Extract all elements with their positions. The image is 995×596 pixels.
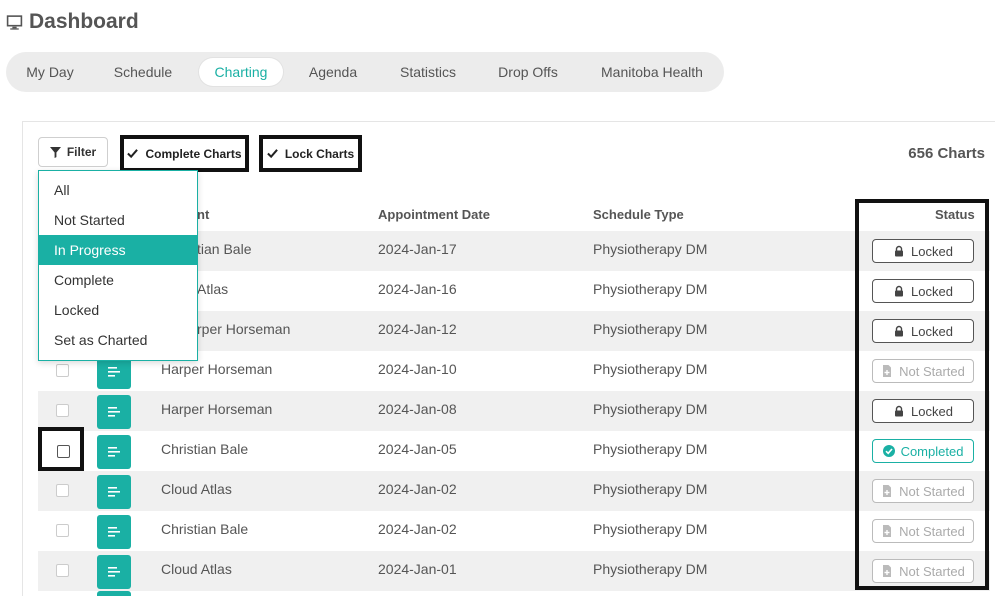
open-chart-button[interactable] (97, 475, 131, 509)
filter-option-all[interactable]: All (39, 175, 197, 205)
filter-option-locked[interactable]: Locked (39, 295, 197, 325)
appointment-date: 2024-Jan-17 (378, 241, 457, 257)
column-header-patient[interactable]: nt (197, 207, 209, 222)
check-icon (127, 149, 139, 159)
schedule-type: Physiotherapy DM (593, 361, 708, 377)
filter-icon (49, 146, 61, 158)
filter-button[interactable]: Filter (38, 137, 108, 167)
patient-name[interactable]: Cloud Atlas (161, 481, 232, 497)
schedule-type: Physiotherapy DM (593, 481, 708, 497)
patient-name[interactable]: rper Horseman (197, 321, 290, 337)
filter-option-in-progress[interactable]: In Progress (39, 235, 197, 265)
open-chart-button[interactable] (97, 591, 131, 596)
filter-option-set-as-charted[interactable]: Set as Charted (39, 325, 197, 355)
row-checkbox[interactable] (56, 404, 69, 417)
appointment-date: 2024-Jan-12 (378, 321, 457, 337)
lock-charts-label: Lock Charts (284, 146, 355, 161)
patient-name[interactable]: Cloud Atlas (161, 561, 232, 577)
appointment-date: 2024-Jan-05 (378, 441, 457, 457)
filter-button-label: Filter (66, 145, 97, 159)
appointment-date: 2024-Jan-08 (378, 401, 457, 417)
document-lines-icon (108, 487, 120, 497)
table-row: Christian Bale 2024-Jan-02 Physiotherapy… (38, 511, 990, 551)
open-chart-button[interactable] (97, 515, 131, 549)
appointment-date: 2024-Jan-16 (378, 281, 457, 297)
document-lines-icon (108, 447, 120, 457)
highlighted-row-checkbox[interactable] (38, 427, 84, 471)
tab-drop-offs[interactable]: Drop Offs (490, 58, 566, 86)
patient-name[interactable]: tian Bale (197, 241, 251, 257)
monitor-icon (6, 14, 23, 30)
schedule-type: Physiotherapy DM (593, 441, 708, 457)
column-header-appointment-date[interactable]: Appointment Date (378, 207, 490, 222)
tab-my-day[interactable]: My Day (16, 58, 84, 86)
schedule-type: Physiotherapy DM (593, 401, 708, 417)
row-checkbox[interactable] (56, 564, 69, 577)
appointment-date: 2024-Jan-10 (378, 361, 457, 377)
filter-option-complete[interactable]: Complete (39, 265, 197, 295)
appointment-date: 2024-Jan-02 (378, 521, 457, 537)
filter-dropdown-menu: All Not Started In Progress Complete Loc… (38, 170, 198, 361)
check-icon (267, 149, 278, 159)
document-lines-icon (108, 407, 120, 417)
row-checkbox[interactable] (57, 445, 70, 458)
appointment-date: 2024-Jan-01 (378, 561, 457, 577)
chart-count: 656 Charts (908, 145, 985, 162)
patient-name[interactable]: Christian Bale (161, 441, 248, 457)
lock-charts-button[interactable]: Lock Charts (259, 135, 362, 172)
document-lines-icon (108, 527, 120, 537)
page-title: Dashboard (29, 10, 139, 33)
document-lines-icon (108, 367, 120, 377)
patient-name[interactable]: Christian Bale (161, 521, 248, 537)
tab-agenda[interactable]: Agenda (303, 58, 363, 86)
open-chart-button[interactable] (97, 435, 131, 469)
filter-option-not-started[interactable]: Not Started (39, 205, 197, 235)
row-checkbox[interactable] (56, 484, 69, 497)
dashboard-tabbar: My Day Schedule Charting Agenda Statisti… (6, 52, 724, 92)
page-header: Dashboard (6, 8, 139, 36)
row-checkbox[interactable] (56, 524, 69, 537)
complete-charts-button[interactable]: Complete Charts (120, 135, 249, 172)
patient-name[interactable]: Harper Horseman (161, 361, 272, 377)
schedule-type: Physiotherapy DM (593, 561, 708, 577)
appointment-date: 2024-Jan-02 (378, 481, 457, 497)
schedule-type: Physiotherapy DM (593, 521, 708, 537)
schedule-type: Physiotherapy DM (593, 241, 708, 257)
tab-manitoba-health[interactable]: Manitoba Health (591, 58, 713, 86)
complete-charts-label: Complete Charts (145, 146, 242, 161)
column-header-schedule-type[interactable]: Schedule Type (593, 207, 684, 222)
schedule-type: Physiotherapy DM (593, 321, 708, 337)
patient-name[interactable]: Atlas (197, 281, 228, 297)
open-chart-button[interactable] (97, 395, 131, 429)
table-row: Harper Horseman 2024-Jan-08 Physiotherap… (38, 391, 990, 431)
document-lines-icon (108, 567, 120, 577)
tab-charting[interactable]: Charting (199, 58, 283, 86)
open-chart-button[interactable] (97, 555, 131, 589)
tab-statistics[interactable]: Statistics (391, 58, 465, 86)
patient-name[interactable]: Harper Horseman (161, 401, 272, 417)
schedule-type: Physiotherapy DM (593, 281, 708, 297)
table-row: Cloud Atlas 2024-Jan-01 Physiotherapy DM… (38, 551, 990, 591)
table-row: Cloud Atlas 2024-Jan-02 Physiotherapy DM… (38, 471, 990, 511)
status-column-highlight (855, 199, 989, 590)
row-checkbox[interactable] (56, 364, 69, 377)
table-row: Christian Bale 2024-Jan-05 Physiotherapy… (38, 431, 990, 471)
tab-schedule[interactable]: Schedule (106, 58, 180, 86)
